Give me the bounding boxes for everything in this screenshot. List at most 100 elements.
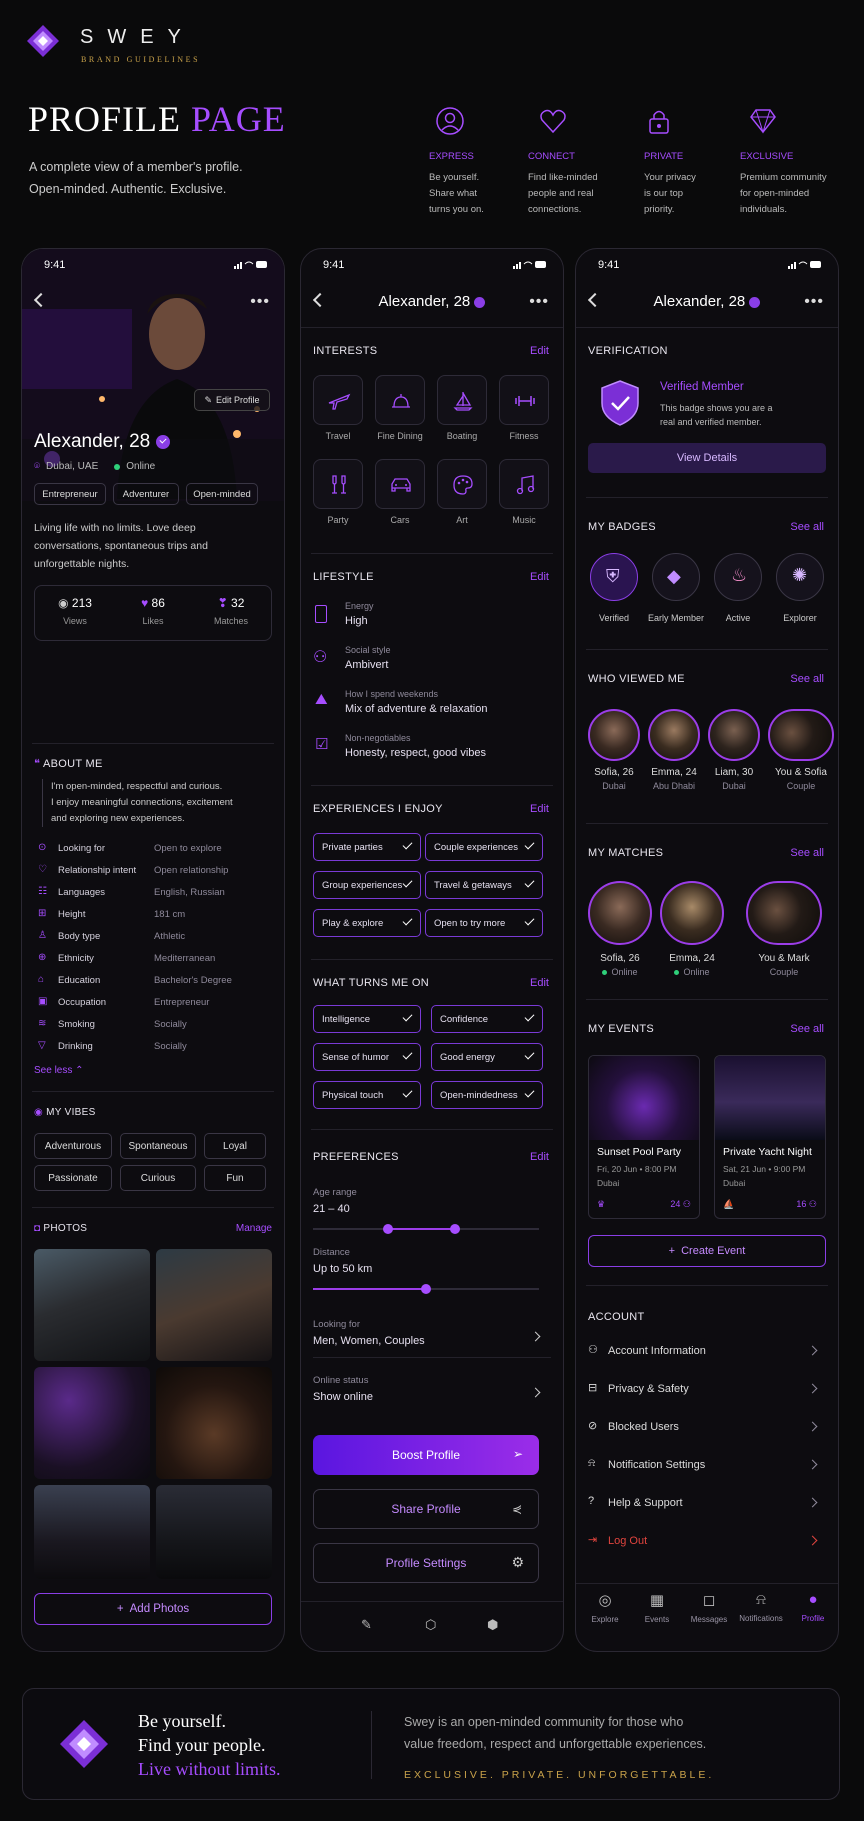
turn-on-chip[interactable]: Sense of humor [313, 1043, 421, 1071]
slider-thumb[interactable] [382, 1224, 393, 1234]
share-profile-button[interactable]: Share Profile ⋞ [313, 1489, 539, 1529]
explore-icon[interactable]: ✎ [361, 1617, 372, 1633]
looking-for-row[interactable]: Looking for Men, Women, Couples [301, 1311, 563, 1361]
log-out-row[interactable]: ⇥ Log Out [586, 1531, 826, 1553]
slider-thumb[interactable] [421, 1284, 431, 1294]
turn-on-chip[interactable]: Intelligence [313, 1005, 421, 1033]
photo-thumb[interactable] [34, 1485, 150, 1579]
verified-icon [156, 435, 171, 449]
viewer-avatar[interactable] [588, 709, 640, 761]
profile-settings-button[interactable]: Profile Settings ⚙ [313, 1543, 539, 1583]
view-details-button[interactable]: View Details [588, 443, 826, 473]
badges-heading: MY BADGES [588, 521, 656, 533]
interest-cars[interactable] [375, 459, 425, 509]
event-card[interactable]: Private Yacht Night Sat, 21 Jun • 9:00 P… [714, 1055, 826, 1219]
interest-party[interactable] [313, 459, 363, 509]
stat-matches[interactable]: ❣ 32 Matches [201, 596, 261, 626]
more-icon[interactable]: ••• [250, 293, 270, 311]
experiences-edit-link[interactable]: Edit [530, 803, 549, 815]
turn-on-chip[interactable]: Good energy [431, 1043, 543, 1071]
back-icon[interactable] [33, 292, 49, 308]
badge-early-member[interactable]: ◆ [652, 553, 700, 601]
turn-on-chip[interactable]: Physical touch [313, 1081, 421, 1109]
age-range-slider[interactable] [313, 1223, 539, 1235]
experience-chip[interactable]: Couple experiences [425, 833, 543, 861]
badge-active[interactable]: ♨ [714, 553, 762, 601]
blocked-users-row[interactable]: ⊘ Blocked Users [586, 1417, 826, 1439]
photo-thumb[interactable] [156, 1249, 272, 1361]
interest-music[interactable] [499, 459, 549, 509]
interest-boating[interactable] [437, 375, 487, 425]
interest-art[interactable] [437, 459, 487, 509]
slider-thumb[interactable] [450, 1224, 461, 1234]
experience-chip[interactable]: Open to try more [425, 909, 543, 937]
online-status-row[interactable]: Online status Show online [301, 1367, 563, 1417]
see-less-link[interactable]: See less ⌃ [34, 1065, 84, 1076]
badges-see-all[interactable]: See all [790, 521, 824, 533]
badge-verified[interactable]: ⛨ [590, 553, 638, 601]
experience-chip[interactable]: Travel & getaways [425, 871, 543, 899]
turn-on-chip[interactable]: Open-mindedness [431, 1081, 543, 1109]
viewer-avatar[interactable] [648, 709, 700, 761]
lifestyle-key: How I spend weekends [345, 689, 439, 699]
edit-profile-button[interactable]: ✎ Edit Profile [194, 389, 270, 411]
interest-fitness[interactable] [499, 375, 549, 425]
experience-chip[interactable]: Group experiences [313, 871, 421, 899]
interest-travel[interactable] [313, 375, 363, 425]
event-image [589, 1056, 699, 1140]
turns-edit-link[interactable]: Edit [530, 977, 549, 989]
tab-profile[interactable]: ● Profile [788, 1591, 838, 1623]
pillar-line: people and real [528, 188, 594, 199]
info-value: Athletic [154, 931, 186, 942]
tab-events[interactable]: ▦ Events [632, 1591, 682, 1624]
more-icon[interactable]: ••• [529, 293, 549, 311]
tab-messages[interactable]: ◻ Messages [684, 1591, 734, 1624]
sparkle-icon: ✺ [792, 565, 808, 585]
boost-profile-button[interactable]: Boost Profile ➢ [313, 1435, 539, 1475]
experience-chip[interactable]: Private parties [313, 833, 421, 861]
stat-views[interactable]: ◉ 213 Views [45, 596, 105, 626]
badge-explorer[interactable]: ✺ [776, 553, 824, 601]
lifestyle-edit-link[interactable]: Edit [530, 571, 549, 583]
help-support-row[interactable]: ? Help & Support [586, 1493, 826, 1515]
photo-thumb[interactable] [34, 1249, 150, 1361]
pillar-line: Find like-minded [528, 172, 598, 183]
preferences-edit-link[interactable]: Edit [530, 1151, 549, 1163]
experience-chip[interactable]: Play & explore [313, 909, 421, 937]
turn-on-chip[interactable]: Confidence [431, 1005, 543, 1033]
champagne-icon [332, 475, 346, 494]
interest-fine-dining[interactable] [375, 375, 425, 425]
vibe-chip: Fun [204, 1165, 266, 1191]
badge-icon[interactable]: ⬡ [425, 1617, 436, 1633]
notification-settings-row[interactable]: ⍾ Notification Settings [586, 1455, 826, 1477]
chip-label: Private parties [322, 841, 383, 853]
match-avatar[interactable] [588, 881, 652, 945]
distance-slider[interactable] [313, 1283, 539, 1295]
create-event-button[interactable]: + Create Event [588, 1235, 826, 1267]
more-icon[interactable]: ••• [804, 293, 824, 311]
privacy-safety-row[interactable]: ⊟ Privacy & Safety [586, 1379, 826, 1401]
viewed-see-all[interactable]: See all [790, 673, 824, 685]
tab-explore[interactable]: ◎ Explore [580, 1591, 630, 1624]
account-information-row[interactable]: ⚇ Account Information [586, 1341, 826, 1363]
viewer-avatar[interactable] [708, 709, 760, 761]
interests-edit-link[interactable]: Edit [530, 345, 549, 357]
shield-icon[interactable]: ⬢ [487, 1617, 498, 1633]
photo-thumb[interactable] [156, 1367, 272, 1479]
stat-likes[interactable]: ♥ 86 Likes [123, 596, 183, 626]
photo-thumb[interactable] [156, 1485, 272, 1579]
event-card[interactable]: Sunset Pool Party Fri, 20 Jun • 8:00 PM … [588, 1055, 700, 1219]
events-see-all[interactable]: See all [790, 1023, 824, 1035]
viewer-avatar-couple[interactable] [768, 709, 834, 761]
chevron-right-icon [807, 1345, 818, 1356]
tab-notifications[interactable]: ⍾ Notifications [736, 1591, 786, 1623]
matches-see-all[interactable]: See all [790, 847, 824, 859]
match-avatar-couple[interactable] [746, 881, 822, 945]
add-photos-button[interactable]: + Add Photos [34, 1593, 272, 1625]
gear-icon: ⚙ [511, 1554, 524, 1570]
photo-thumb[interactable] [34, 1367, 150, 1479]
manage-link[interactable]: Manage [236, 1223, 272, 1234]
match-avatar[interactable] [660, 881, 724, 945]
status-time: 9:41 [44, 259, 66, 271]
lifestyle-key: Social style [345, 645, 391, 655]
